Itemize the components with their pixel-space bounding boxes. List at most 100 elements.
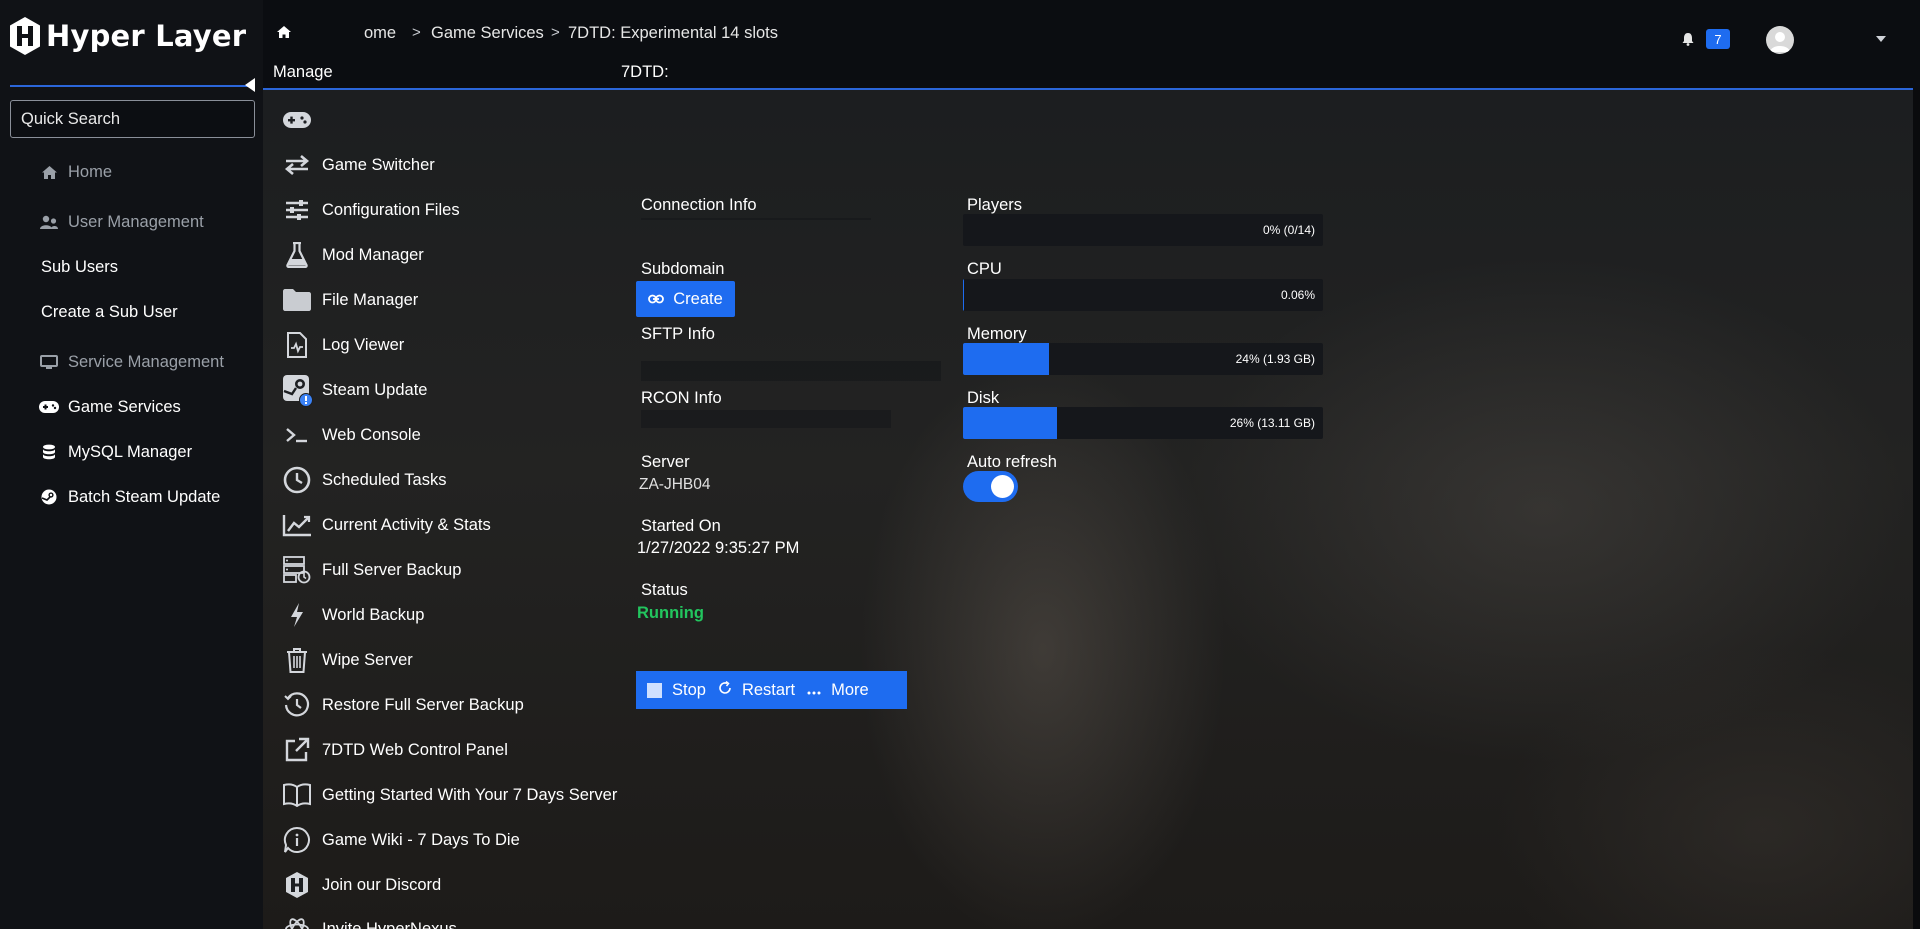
started-on-value: 1/27/2022 9:35:27 PM (637, 539, 800, 557)
steam-icon (38, 488, 60, 506)
monitor-icon (38, 353, 60, 371)
chevron-down-icon[interactable] (1876, 36, 1886, 42)
menu-item-label: Log Viewer (322, 335, 405, 354)
sidebar-item-label: MySQL Manager (68, 442, 193, 461)
menu-item-invite-hypernexus[interactable]: Invite HyperNexus (280, 912, 457, 929)
breadcrumb-home-icon[interactable] (276, 25, 292, 44)
sidebar-item-label: Game Services (68, 397, 181, 416)
menu-item-game-switcher[interactable]: Game Switcher (280, 148, 435, 182)
brand-name: Hyper Layer (46, 19, 247, 53)
sidebar-item-service-management[interactable]: Service Management (0, 344, 263, 380)
stop-button-label: Stop (672, 680, 706, 699)
sidebar-item-mysql-manager[interactable]: MySQL Manager (0, 434, 263, 470)
cpu-value: 0.06% (1280, 288, 1315, 302)
auto-refresh-toggle[interactable] (963, 471, 1018, 502)
restart-button-label: Restart (741, 680, 796, 699)
top-header (263, 0, 1920, 88)
menu-item-steam-update[interactable]: Steam Update (280, 373, 427, 407)
menu-item-label: Mod Manager (322, 245, 424, 264)
menu-item-current-activity-stats[interactable]: Current Activity & Stats (280, 508, 491, 542)
menu-item-wipe-server[interactable]: Wipe Server (280, 643, 413, 677)
menu-item-label: Invite HyperNexus (322, 919, 457, 929)
sidebar-item-sub-users[interactable]: Sub Users (0, 249, 263, 285)
notification-count-badge[interactable]: 7 (1706, 29, 1730, 49)
brand-logo[interactable]: Hyper Layer (8, 12, 246, 60)
menu-item-log-viewer[interactable]: Log Viewer (280, 328, 404, 362)
link-icon (648, 290, 665, 309)
history-icon (280, 690, 314, 720)
quick-search-input[interactable] (10, 100, 255, 138)
restart-button[interactable]: Restart (718, 671, 807, 709)
server-value: ZA-JHB04 (639, 476, 711, 493)
started-on-label: Started On (641, 517, 721, 535)
stop-button[interactable]: Stop (636, 671, 718, 709)
status-value: Running (637, 604, 704, 622)
toggle-knob (991, 475, 1014, 498)
manage-heading: Manage (273, 63, 333, 81)
menu-item-7dtd-web-control-panel[interactable]: 7DTD Web Control Panel (280, 733, 508, 767)
sidebar-item-label: Sub Users (41, 257, 119, 276)
bell-icon[interactable] (1682, 32, 1694, 51)
menu-item-game[interactable] (280, 103, 322, 137)
bolt-icon (280, 600, 314, 630)
cpu-progress: 0.06% (963, 279, 1323, 311)
connection-info-label: Connection Info (641, 196, 757, 214)
sidebar-item-create-sub-user[interactable]: Create a Sub User (0, 294, 263, 330)
menu-item-file-manager[interactable]: File Manager (280, 283, 418, 317)
scrollbar[interactable] (1913, 90, 1920, 929)
sidebar-item-user-management[interactable]: User Management (0, 204, 263, 240)
sidebar-item-home[interactable]: Home (0, 154, 263, 190)
menu-item-web-console[interactable]: Web Console (280, 418, 421, 452)
clock-icon (280, 465, 314, 495)
trash-icon (280, 645, 314, 675)
stop-square-icon (647, 682, 662, 698)
menu-item-label: Wipe Server (322, 650, 413, 669)
menu-item-label: Current Activity & Stats (322, 515, 491, 534)
sidebar: Hyper Layer Home User Management Sub Use… (0, 0, 263, 929)
server-backup-icon (280, 555, 314, 585)
sidebar-item-batch-steam-update[interactable]: Batch Steam Update (0, 479, 263, 515)
memory-progress: 24% (1.93 GB) (963, 343, 1323, 375)
breadcrumb-separator: > (412, 24, 421, 41)
create-subdomain-button[interactable]: Create (636, 281, 735, 317)
disk-value: 26% (13.11 GB) (1229, 416, 1315, 430)
menu-item-label: File Manager (322, 290, 419, 309)
auto-refresh-label: Auto refresh (967, 453, 1057, 471)
menu-item-mod-manager[interactable]: Mod Manager (280, 238, 424, 272)
menu-item-world-backup[interactable]: World Backup (280, 598, 424, 632)
swap-arrows-icon (280, 150, 314, 180)
menu-item-label: Getting Started With Your 7 Days Server (322, 785, 618, 804)
more-button[interactable]: More (807, 671, 869, 709)
breadcrumb-game-services[interactable]: Game Services (431, 24, 544, 43)
menu-item-restore-full-server-backup[interactable]: Restore Full Server Backup (280, 688, 524, 722)
menu-item-join-discord[interactable]: Join our Discord (280, 868, 441, 902)
menu-item-label: World Backup (322, 605, 425, 624)
menu-item-label: Restore Full Server Backup (322, 695, 524, 714)
cpu-label: CPU (967, 260, 1002, 278)
home-icon (38, 163, 60, 181)
avatar[interactable] (1766, 26, 1794, 54)
atom-icon (280, 914, 314, 929)
memory-value: 24% (1.93 GB) (1235, 352, 1315, 366)
memory-progress-fill (963, 343, 1050, 375)
gamepad-icon (280, 105, 314, 135)
sftp-info-label: SFTP Info (641, 325, 715, 343)
menu-item-full-server-backup[interactable]: Full Server Backup (280, 553, 461, 587)
flask-icon (280, 240, 314, 270)
sidebar-item-label: Batch Steam Update (68, 487, 221, 506)
users-icon (38, 213, 60, 231)
sidebar-item-label: User Management (68, 212, 204, 231)
service-heading: 7DTD: (621, 63, 669, 81)
breadcrumb-home[interactable]: ome (364, 24, 396, 43)
sidebar-item-game-services[interactable]: Game Services (0, 389, 263, 425)
menu-item-game-wiki[interactable]: Game Wiki - 7 Days To Die (280, 823, 520, 857)
menu-item-getting-started[interactable]: Getting Started With Your 7 Days Server (280, 778, 617, 812)
menu-item-label: Configuration Files (322, 200, 460, 219)
menu-item-label: 7DTD Web Control Panel (322, 740, 508, 759)
players-progress: 0% (0/14) (963, 214, 1323, 246)
collapse-sidebar-icon[interactable] (245, 78, 255, 92)
menu-item-label: Web Console (322, 425, 421, 444)
breadcrumb-separator: > (551, 24, 560, 41)
menu-item-scheduled-tasks[interactable]: Scheduled Tasks (280, 463, 446, 497)
menu-item-configuration-files[interactable]: Configuration Files (280, 193, 460, 227)
